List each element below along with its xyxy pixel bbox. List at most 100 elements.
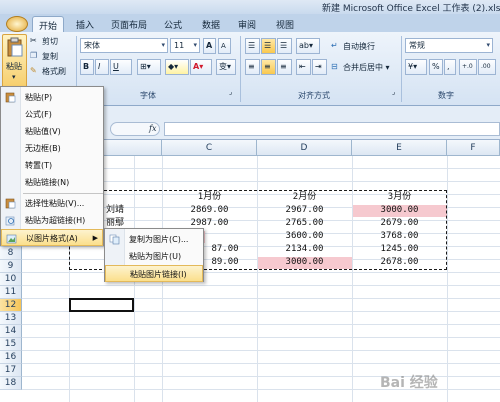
align-bottom-icon[interactable]: ☰ (277, 38, 292, 54)
underline-button[interactable]: U (110, 59, 132, 75)
italic-button[interactable]: I (95, 59, 109, 75)
grow-font-icon[interactable]: A (203, 38, 216, 54)
menu-item-label: 粘贴链接(N) (25, 178, 70, 187)
font-color-button[interactable]: A▾ (190, 59, 212, 75)
row-header[interactable]: 10 (0, 273, 22, 286)
dialog-launcher-icon[interactable]: ⌟ (229, 88, 232, 96)
row-header[interactable]: 11 (0, 286, 22, 299)
column-header-f[interactable]: F (447, 140, 500, 156)
number-format-dropdown[interactable]: 常规 ▾ (405, 38, 493, 53)
row-header[interactable]: 13 (0, 312, 22, 325)
increase-decimal-button[interactable]: +.0 (459, 59, 477, 75)
fill-color-icon[interactable]: ◆▾ (165, 59, 189, 75)
dialog-launcher-icon[interactable]: ⌟ (392, 88, 395, 96)
alignment-group-label: 对齐方式 (298, 91, 330, 100)
font-size-dropdown[interactable]: 11 ▾ (170, 38, 200, 53)
wrap-text-button[interactable]: 自动换行 (343, 41, 375, 52)
picture-icon (6, 234, 17, 244)
menu-item-label: 粘贴值(V) (25, 127, 61, 136)
column-header-c[interactable]: C (162, 140, 257, 156)
align-left-icon[interactable]: ≡ (245, 59, 260, 75)
wrap-icon: ↵ (331, 41, 338, 50)
menu-item-no-borders[interactable]: 无边框(B) (1, 140, 103, 157)
office-button[interactable] (6, 16, 28, 32)
tab-home[interactable]: 开始 (32, 16, 65, 32)
menu-item-as-picture[interactable]: 以图片格式(A) ▶ (1, 229, 103, 246)
grid-line (22, 324, 500, 325)
paste-button[interactable]: 粘贴 ▾ (2, 34, 27, 90)
column-header-e[interactable]: E (352, 140, 447, 156)
row-header[interactable]: 16 (0, 351, 22, 364)
menu-item-paste-hyperlink[interactable]: 粘贴为超链接(H) (1, 212, 103, 229)
orientation-icon[interactable]: ab▾ (296, 38, 320, 54)
fx-button[interactable]: fx (149, 124, 156, 133)
decrease-indent-icon[interactable]: ⇤ (296, 59, 311, 75)
row-header-selected[interactable]: 12 (0, 299, 22, 312)
copy-icon: ❐ (30, 51, 38, 60)
menu-item-paste-as-picture[interactable]: 粘贴为图片(U) (105, 248, 203, 265)
percent-button[interactable]: % (429, 59, 443, 75)
tab-page-layout[interactable]: 页面布局 (105, 16, 153, 32)
menu-item-label: 选择性粘贴(V)... (25, 199, 85, 208)
active-cell[interactable] (69, 298, 134, 312)
comma-button[interactable]: , (444, 59, 456, 75)
menu-item-paste-picture-link[interactable]: 粘贴图片链接(I) (105, 265, 203, 282)
row-header[interactable]: 15 (0, 338, 22, 351)
formula-input[interactable] (164, 122, 500, 136)
align-right-icon[interactable]: ≡ (277, 59, 292, 75)
align-middle-icon[interactable]: ☰ (261, 38, 276, 54)
hyperlink-icon (5, 216, 15, 226)
menu-item-copy-as-picture[interactable]: 复制为图片(C)... (105, 231, 203, 248)
phonetic-icon[interactable]: 变▾ (216, 59, 236, 75)
chevron-down-icon: ▾ (12, 73, 16, 81)
format-painter-button[interactable]: 格式刷 (42, 66, 66, 77)
decrease-decimal-button[interactable]: .00 (478, 59, 496, 75)
chevron-down-icon: ▾ (193, 41, 197, 49)
menu-item-paste-special[interactable]: 选择性粘贴(V)... (1, 195, 103, 212)
merge-center-button[interactable]: 合并后居中 ▾ (343, 62, 390, 73)
row-header[interactable]: 8 (0, 247, 22, 260)
shrink-font-icon[interactable]: A (218, 38, 231, 54)
scissors-icon: ✂ (30, 36, 37, 45)
number-format-value: 常规 (409, 41, 425, 50)
font-size-value: 11 (174, 41, 185, 50)
grid-line (447, 156, 448, 402)
tab-review[interactable]: 审阅 (232, 16, 262, 32)
grid-line (22, 272, 500, 273)
formula-controls: fx (110, 122, 160, 136)
row-header[interactable]: 9 (0, 260, 22, 273)
tab-data[interactable]: 数据 (196, 16, 226, 32)
copy-button[interactable]: 复制 (42, 51, 58, 62)
menu-item-formulas[interactable]: 公式(F) (1, 106, 103, 123)
window-title: 新建 Microsoft Office Excel 工作表 (2).xlsx -… (322, 4, 500, 14)
column-header-d[interactable]: D (257, 140, 352, 156)
copy-picture-icon (109, 234, 120, 245)
menu-item-label: 以图片格式(A) (26, 234, 78, 243)
menu-item-paste-values[interactable]: 粘贴值(V) (1, 123, 103, 140)
font-name-dropdown[interactable]: 宋体 ▾ (80, 38, 168, 53)
row-header[interactable]: 17 (0, 364, 22, 377)
divider (401, 36, 402, 102)
increase-indent-icon[interactable]: ⇥ (312, 59, 327, 75)
menu-item-paste[interactable]: 粘贴(P) (1, 89, 103, 106)
menu-item-label: 复制为图片(C)... (129, 235, 189, 244)
currency-icon[interactable]: ¥▾ (405, 59, 427, 75)
grid-line (22, 337, 500, 338)
tab-view[interactable]: 视图 (270, 16, 300, 32)
font-group-label: 字体 (140, 91, 156, 100)
row-header[interactable]: 14 (0, 325, 22, 338)
menu-item-transpose[interactable]: 转置(T) (1, 157, 103, 174)
menu-item-paste-link[interactable]: 粘贴链接(N) (1, 174, 103, 191)
tab-formulas[interactable]: 公式 (158, 16, 188, 32)
menu-separator (23, 193, 103, 194)
row-header[interactable]: 18 (0, 377, 22, 390)
align-center-icon[interactable]: ≡ (261, 59, 276, 75)
cut-button[interactable]: 剪切 (42, 36, 58, 47)
tab-insert[interactable]: 插入 (70, 16, 100, 32)
bold-button[interactable]: B (80, 59, 94, 75)
borders-icon[interactable]: ⊞▾ (137, 59, 161, 75)
watermark-logo: Bai 经验 (380, 375, 438, 391)
grid-line (22, 363, 500, 364)
align-top-icon[interactable]: ☰ (245, 38, 260, 54)
picture-submenu: 复制为图片(C)... 粘贴为图片(U) 粘贴图片链接(I) (104, 228, 204, 282)
